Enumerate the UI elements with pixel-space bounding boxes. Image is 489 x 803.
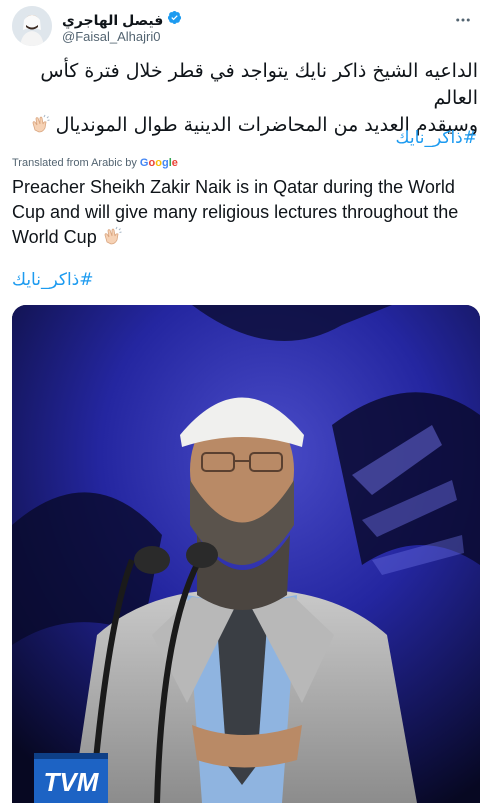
translated-label: Translated from Arabic by: [12, 157, 137, 169]
google-logo: Google: [139, 157, 178, 169]
tweet-photo[interactable]: TVM: [12, 305, 480, 803]
clapping-hands-icon: [102, 226, 122, 253]
hashtag-link-top[interactable]: #ذاكر_نايك: [396, 128, 477, 148]
more-options-icon[interactable]: [451, 8, 475, 32]
translation-attribution: Translated from Arabic by Google: [12, 157, 178, 169]
translated-text: Preacher Sheikh Zakir Naik is in Qatar d…: [12, 177, 459, 247]
clapping-hands-icon: [30, 114, 50, 142]
speaker-photo: TVM: [12, 305, 480, 803]
tweet-header: فيصل الهاجري @Faisal_Alhajri0: [12, 6, 477, 48]
avatar[interactable]: [12, 6, 52, 46]
author-handle[interactable]: @Faisal_Alhajri0: [62, 29, 160, 44]
author-display-name[interactable]: فيصل الهاجري: [62, 12, 163, 29]
hashtag-link-bottom[interactable]: #ذاكر_نايك: [12, 270, 93, 290]
verified-badge-icon: [167, 10, 182, 30]
tvm-logo-text: TVM: [44, 767, 100, 797]
arabic-line-1: الداعيه الشيخ ذاكر نايك يتواجد في قطر خل…: [40, 60, 478, 109]
tweet-text-translated: Preacher Sheikh Zakir Naik is in Qatar d…: [12, 175, 482, 253]
